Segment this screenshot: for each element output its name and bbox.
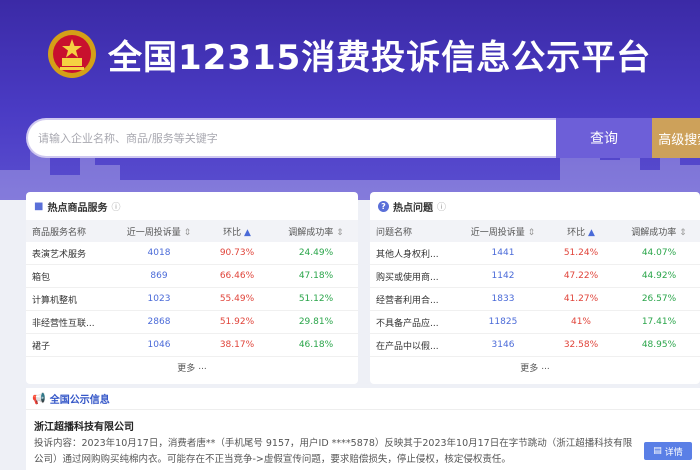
advanced-search-button[interactable]: 高级搜索 ∨ [652, 118, 700, 158]
search-button[interactable]: 查询 [556, 118, 652, 158]
ellipsis-icon: ... [198, 362, 207, 372]
column-header: 商品服务名称 [32, 227, 87, 238]
panel-header: ■ 热点商品服务 ⓘ [26, 192, 358, 220]
info-icon[interactable]: ⓘ [437, 200, 446, 213]
sort-icon: ⇕ [679, 227, 687, 238]
sort-icon: ⇕ [183, 227, 192, 238]
table-row[interactable]: 其他人身权利... 1441 51.24% 44.07% [370, 242, 700, 265]
table-row[interactable]: 在产品中以假... 3146 32.58% 48.95% [370, 334, 700, 357]
column-header[interactable]: 调解成功率 ⇕ [274, 225, 358, 238]
panel-title: 热点商品服务 [47, 202, 108, 214]
column-header[interactable]: 近一周投诉量 ⇕ [118, 225, 200, 238]
table-row[interactable]: 裙子 1046 38.17% 46.18% [26, 334, 358, 357]
table-header: 问题名称 近一周投诉量 ⇕ 环比 ▲ 调解成功率 ⇕ [370, 220, 700, 242]
advanced-search-label: 高级搜索 [658, 132, 700, 148]
sort-icon: ⇕ [527, 227, 536, 238]
more-link[interactable]: 更多 ... [370, 357, 700, 377]
table-row[interactable]: 箱包 869 66.46% 47.18% [26, 265, 358, 288]
question-icon: ? [378, 200, 389, 212]
column-header[interactable]: 环比 ▲ [544, 225, 618, 238]
panel-header: ? 热点问题 ⓘ [370, 192, 700, 220]
ellipsis-icon: ... [541, 362, 550, 372]
more-link[interactable]: 更多 ... [26, 357, 358, 377]
table-row[interactable]: 非经营性互联... 2868 51.92% 29.81% [26, 311, 358, 334]
section-header: 📢 全国公示信息 [26, 388, 700, 410]
search-bar: 查询 高级搜索 ∨ [26, 118, 700, 158]
info-icon[interactable]: ⓘ [111, 200, 120, 213]
panel-title: 热点问题 [393, 202, 433, 214]
column-header[interactable]: 近一周投诉量 ⇕ [462, 225, 544, 238]
table-row[interactable]: 表演艺术服务 4018 90.73% 24.49% [26, 242, 358, 265]
table-row[interactable]: 不具备产品应... 11825 41% 17.41% [370, 311, 700, 334]
hot-products-panel: ■ 热点商品服务 ⓘ 商品服务名称 近一周投诉量 ⇕ 环比 ▲ 调解成功率 ⇕ … [26, 192, 358, 384]
detail-button[interactable]: ▤ 详情 [644, 442, 692, 460]
table-header: 商品服务名称 近一周投诉量 ⇕ 环比 ▲ 调解成功率 ⇕ [26, 220, 358, 242]
hot-issues-panel: ? 热点问题 ⓘ 问题名称 近一周投诉量 ⇕ 环比 ▲ 调解成功率 ⇕ 其他人身… [370, 192, 700, 384]
megaphone-icon: 📢 [32, 392, 46, 405]
sort-icon: ⇕ [336, 227, 344, 238]
hero-banner: 全国12315消费投诉信息公示平台 [0, 0, 700, 200]
national-emblem-icon [48, 30, 96, 78]
document-icon: ▤ [653, 446, 662, 456]
shopping-bag-icon: ■ [34, 200, 44, 212]
sort-up-icon: ▲ [587, 227, 595, 238]
table-row[interactable]: 计算机整机 1023 55.49% 51.12% [26, 288, 358, 311]
site-title: 全国12315消费投诉信息公示平台 [108, 38, 652, 78]
search-input[interactable] [26, 118, 556, 158]
column-header[interactable]: 调解成功率 ⇕ [618, 225, 700, 238]
table-row[interactable]: 购买或使用商... 1142 47.22% 44.92% [370, 265, 700, 288]
table-row[interactable]: 经营者利用合... 1833 41.27% 26.57% [370, 288, 700, 311]
public-notice-section: 📢 全国公示信息 浙江超播科技有限公司 投诉内容：2023年10月17日，消费者… [26, 388, 700, 470]
complaint-content: 投诉内容：2023年10月17日，消费者唐**（手机尾号 9157，用户ID *… [34, 438, 633, 465]
company-name[interactable]: 浙江超播科技有限公司 [34, 418, 134, 433]
column-header: 问题名称 [376, 227, 413, 238]
column-header[interactable]: 环比 ▲ [200, 225, 274, 238]
section-title: 全国公示信息 [49, 395, 110, 406]
sort-up-icon: ▲ [243, 227, 251, 238]
